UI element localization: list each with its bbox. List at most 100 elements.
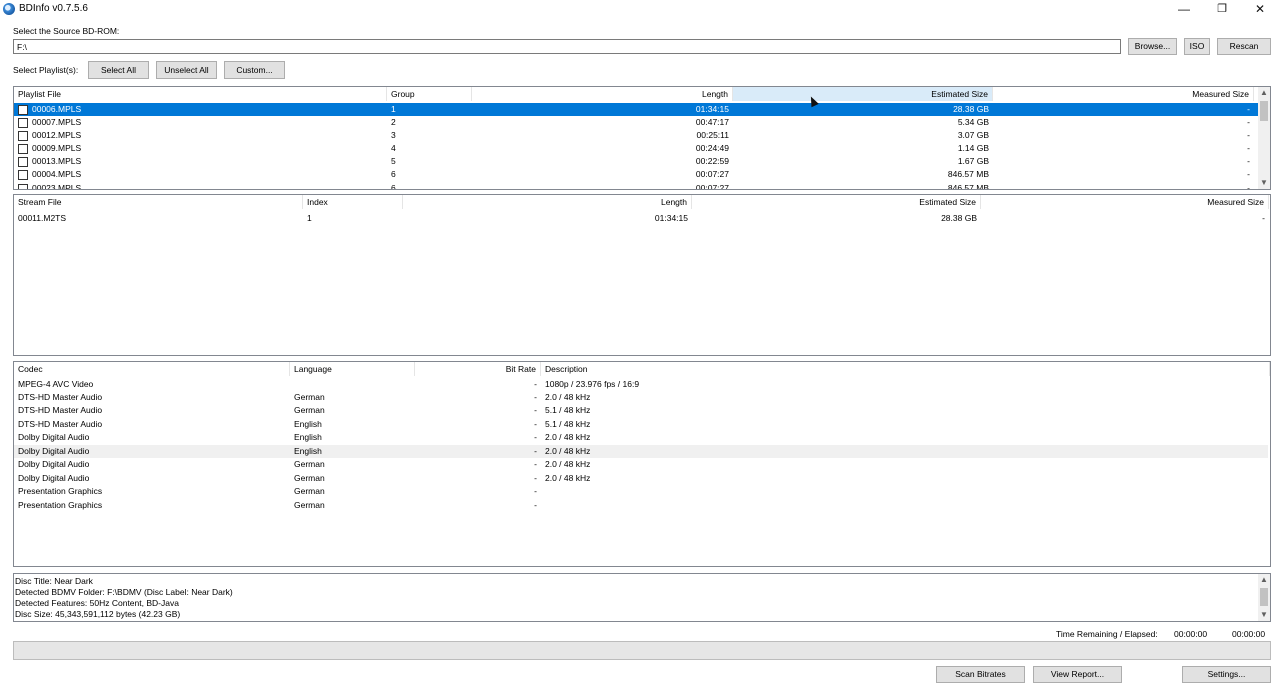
scroll-thumb[interactable] [1260,101,1268,121]
table-row[interactable]: Presentation Graphics German - [14,499,1268,512]
playlist-measured-cell: - [1247,130,1250,140]
codec-language-cell: German [294,392,325,402]
playlist-group-cell: 2 [391,117,396,127]
playlist-file-cell: 00023.MPLS [32,183,82,190]
playlist-group-cell: 6 [391,169,396,179]
codec-description-cell: 5.1 / 48 kHz [545,405,591,415]
col-length[interactable]: Length [472,87,733,101]
playlist-est-cell: 3.07 GB [957,130,989,140]
col-description[interactable]: Description [541,362,1270,376]
table-row[interactable]: Dolby Digital Audio English - 2.0 / 48 k… [14,431,1268,444]
col-codec[interactable]: Codec [14,362,290,376]
scan-bitrates-button[interactable]: Scan Bitrates [936,666,1025,683]
col-stream-file[interactable]: Stream File [14,195,303,209]
browse-button[interactable]: Browse... [1128,38,1177,55]
table-row[interactable]: DTS-HD Master Audio German - 5.1 / 48 kH… [14,404,1268,417]
col-playlist-file[interactable]: Playlist File [14,87,387,101]
source-path-input[interactable]: F:\ [13,39,1121,54]
scroll-down-icon[interactable]: ▼ [1258,609,1270,621]
table-row[interactable]: DTS-HD Master Audio English - 5.1 / 48 k… [14,418,1268,431]
codec-cell: Presentation Graphics [18,500,103,510]
codec-cell: Dolby Digital Audio [18,473,90,483]
playlist-length-cell: 00:47:17 [695,117,729,127]
playlist-scrollbar[interactable]: ▲ ▼ [1258,87,1270,189]
codec-language-cell: German [294,500,325,510]
table-row[interactable]: 00006.MPLS 1 01:34:15 28.38 GB - [14,103,1258,116]
col-measured-size[interactable]: Measured Size [993,87,1254,101]
col-index[interactable]: Index [303,195,403,209]
table-row[interactable]: MPEG-4 AVC Video - 1080p / 23.976 fps / … [14,378,1268,391]
codec-language-cell: English [294,432,322,442]
playlist-file-cell: 00007.MPLS [32,117,82,127]
playlist-list[interactable]: Playlist File Group Length Estimated Siz… [13,86,1271,190]
playlist-length-cell: 00:24:49 [695,143,729,153]
col-group[interactable]: Group [387,87,472,101]
close-icon[interactable]: ✕ [1241,0,1279,19]
time-label: Time Remaining / Elapsed: [1056,629,1158,639]
minimize-icon[interactable]: — [1165,0,1203,19]
playlist-checkbox[interactable] [18,157,28,167]
source-label: Select the Source BD-ROM: [13,26,120,36]
table-row[interactable]: 00012.MPLS 3 00:25:11 3.07 GB - [14,129,1258,142]
table-row[interactable]: 00023.MPLS 6 00:07:27 846.57 MB - [14,182,1258,190]
codec-list[interactable]: Codec Language Bit Rate Description MPEG… [13,361,1271,567]
col-bit-rate[interactable]: Bit Rate [415,362,541,376]
view-report-button[interactable]: View Report... [1033,666,1122,683]
codec-bitrate-cell: - [534,392,537,402]
playlist-measured-cell: - [1247,183,1250,190]
playlist-group-cell: 6 [391,183,396,190]
table-row[interactable]: Dolby Digital Audio German - 2.0 / 48 kH… [14,458,1268,471]
table-row[interactable]: 00004.MPLS 6 00:07:27 846.57 MB - [14,168,1258,181]
playlist-group-cell: 1 [391,104,396,114]
codec-cell: Dolby Digital Audio [18,446,90,456]
codec-bitrate-cell: - [534,379,537,389]
playlist-file-cell: 00009.MPLS [32,143,82,153]
playlist-checkbox[interactable] [18,144,28,154]
table-row[interactable]: DTS-HD Master Audio German - 2.0 / 48 kH… [14,391,1268,404]
playlist-length-cell: 00:07:27 [695,169,729,179]
playlist-checkbox[interactable] [18,184,28,189]
codec-bitrate-cell: - [534,405,537,415]
col-stream-measured-size[interactable]: Measured Size [981,195,1269,209]
playlist-checkbox[interactable] [18,118,28,128]
rescan-button[interactable]: Rescan [1217,38,1271,55]
scroll-thumb[interactable] [1260,588,1268,606]
table-row[interactable]: 00007.MPLS 2 00:47:17 5.34 GB - [14,116,1258,129]
col-estimated-size[interactable]: Estimated Size [733,87,993,101]
codec-bitrate-cell: - [534,500,537,510]
col-stream-length[interactable]: Length [403,195,692,209]
playlist-est-cell: 28.38 GB [953,104,989,114]
stream-length-cell: 01:34:15 [654,213,688,223]
playlist-checkbox[interactable] [18,170,28,180]
custom-button[interactable]: Custom... [224,61,285,79]
codec-description-cell: 2.0 / 48 kHz [545,446,591,456]
playlist-est-cell: 846.57 MB [947,183,989,190]
stream-list[interactable]: Stream File Index Length Estimated Size … [13,194,1271,356]
codec-description-cell [545,499,1245,512]
codec-language-cell [294,378,414,391]
table-row[interactable]: Dolby Digital Audio German - 2.0 / 48 kH… [14,472,1268,485]
col-stream-estimated-size[interactable]: Estimated Size [692,195,981,209]
table-row[interactable]: 00009.MPLS 4 00:24:49 1.14 GB - [14,142,1258,155]
scan-progress-bar [13,641,1271,660]
scroll-up-icon[interactable]: ▲ [1258,574,1270,586]
settings-button[interactable]: Settings... [1182,666,1271,683]
select-all-button[interactable]: Select All [88,61,149,79]
disc-info-box[interactable]: Disc Title: Near Dark Detected BDMV Fold… [13,573,1271,622]
table-row[interactable]: 00013.MPLS 5 00:22:59 1.67 GB - [14,155,1258,168]
table-row[interactable]: Presentation Graphics German - [14,485,1268,498]
scroll-up-icon[interactable]: ▲ [1258,87,1270,99]
codec-cell: DTS-HD Master Audio [18,419,103,429]
table-row[interactable]: Dolby Digital Audio English - 2.0 / 48 k… [14,445,1268,458]
scroll-down-icon[interactable]: ▼ [1258,177,1270,189]
col-language[interactable]: Language [290,362,415,376]
select-playlists-label: Select Playlist(s): [13,65,79,75]
disc-info-scrollbar[interactable]: ▲ ▼ [1258,574,1270,621]
playlist-checkbox[interactable] [18,131,28,141]
codec-bitrate-cell: - [534,486,537,496]
unselect-all-button[interactable]: Unselect All [156,61,217,79]
table-row[interactable]: 00011.M2TS 1 01:34:15 28.38 GB - [14,212,1270,225]
playlist-checkbox[interactable] [18,105,28,115]
iso-button[interactable]: ISO [1184,38,1210,55]
restore-icon[interactable]: ❐ [1203,0,1241,19]
